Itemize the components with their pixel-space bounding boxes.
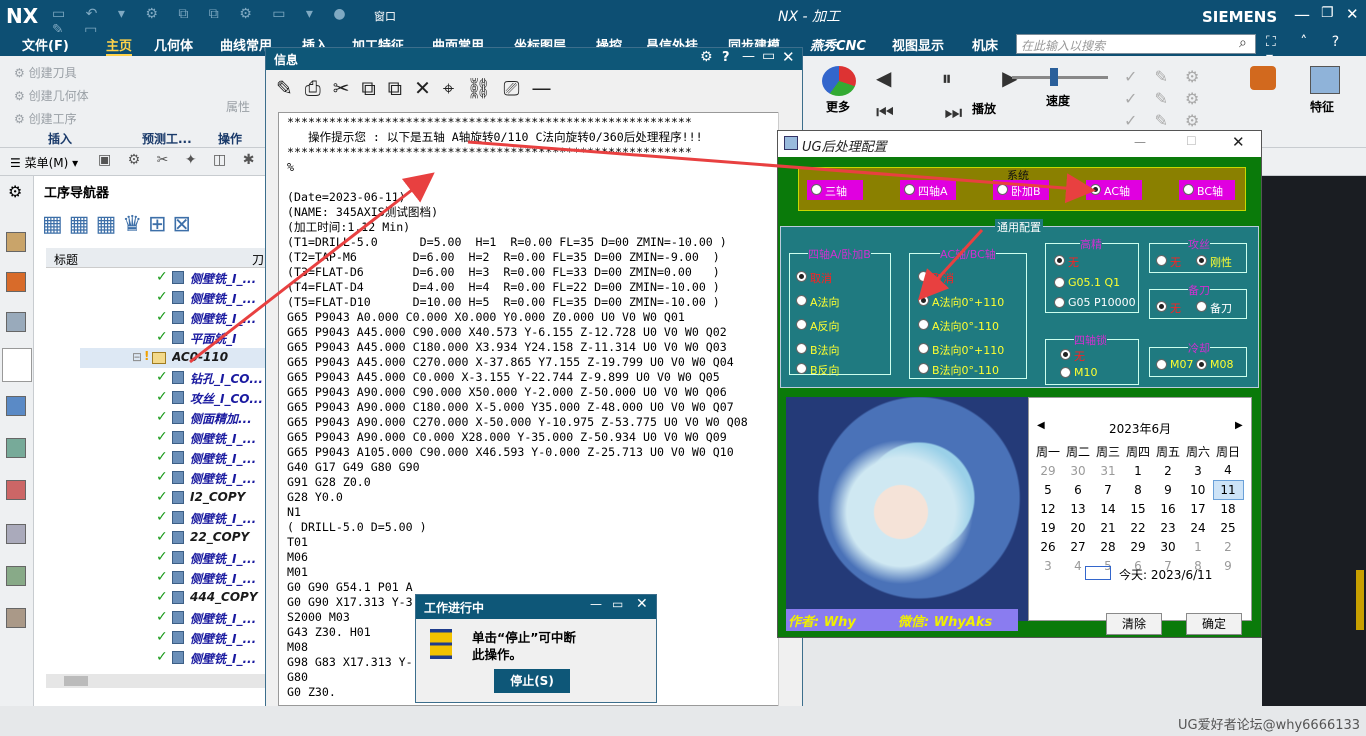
arrow-to-ac-option	[917, 228, 984, 301]
arrow-info-to-system	[467, 140, 1096, 204]
annotation-arrows	[189, 140, 1096, 364]
arrow-group-to-info	[189, 172, 435, 364]
watermark: UG爱好者论坛@why6666133	[1178, 718, 1361, 733]
status-bar: UG爱好者论坛@why6666133	[0, 706, 1366, 736]
